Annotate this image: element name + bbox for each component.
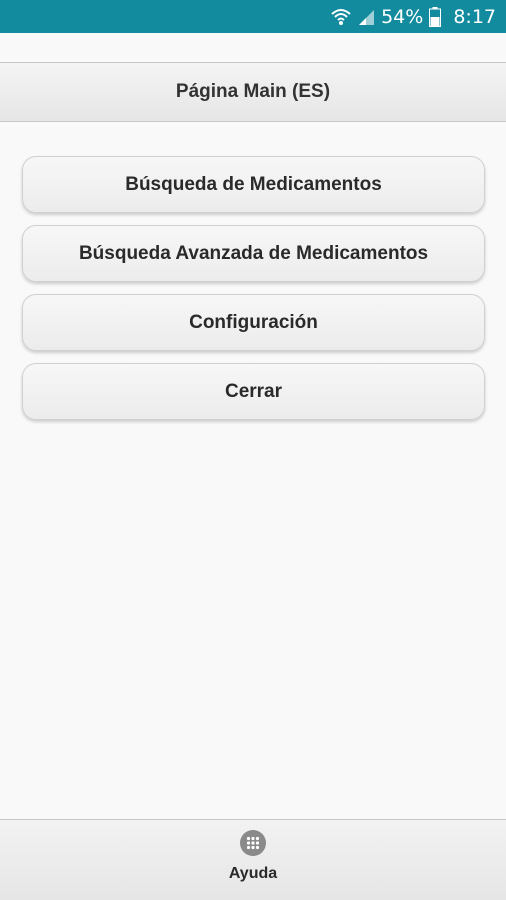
grid-icon xyxy=(240,830,266,856)
settings-button[interactable]: Configuración xyxy=(22,294,485,351)
help-label: Ayuda xyxy=(228,865,278,882)
battery-percentage: 54% xyxy=(381,5,424,28)
header-bar: Página Main (ES) xyxy=(0,62,506,122)
advanced-drug-search-button[interactable]: Búsqueda Avanzada de Medicamentos xyxy=(22,225,485,282)
wifi-icon xyxy=(331,8,351,26)
main-menu: Búsqueda de Medicamentos Búsqueda Avanza… xyxy=(22,156,485,432)
clock-time: 8:17 xyxy=(453,5,496,28)
help-button[interactable]: Ayuda xyxy=(203,820,303,900)
top-spacer xyxy=(0,33,506,62)
page-title: Página Main (ES) xyxy=(175,81,331,102)
battery-icon xyxy=(429,6,442,27)
signal-icon xyxy=(357,8,375,26)
footer-bar: Ayuda xyxy=(0,819,506,900)
drug-search-button[interactable]: Búsqueda de Medicamentos xyxy=(22,156,485,213)
close-button[interactable]: Cerrar xyxy=(22,363,485,420)
status-bar: 54% 8:17 xyxy=(0,0,506,33)
